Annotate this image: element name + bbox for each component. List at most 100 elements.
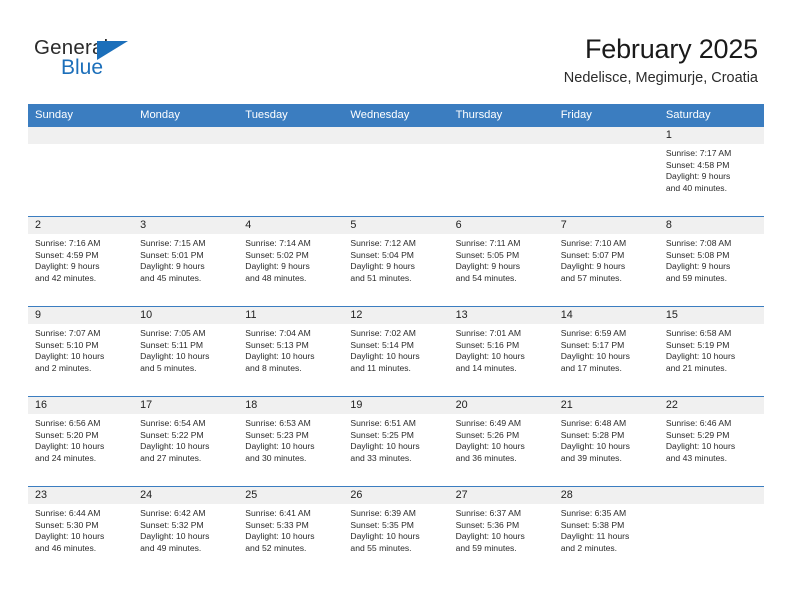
day-number: 9 bbox=[28, 307, 134, 324]
daylight-text-cont: and 59 minutes. bbox=[455, 542, 517, 553]
day-number: 27 bbox=[448, 487, 554, 504]
daylight-text-cont: and 42 minutes. bbox=[35, 272, 97, 283]
weekday-header-saturday: Saturday bbox=[658, 104, 764, 127]
day-details: Sunrise: 6:41 AM Sunset: 5:33 PM Daylight:… bbox=[238, 504, 343, 576]
sunset-text: Sunset: 5:23 PM bbox=[245, 429, 309, 440]
day-number: 7 bbox=[553, 217, 659, 234]
calendar-day-cell[interactable]: 20 Sunrise: 6:49 AM Sunset: 5:26 PM Dayligh… bbox=[448, 396, 554, 487]
sunset-text: Sunset: 5:28 PM bbox=[560, 429, 625, 440]
calendar-day-cell[interactable]: 5 Sunrise: 7:12 AM Sunset: 5:04 PM Daylight… bbox=[343, 216, 449, 307]
calendar-day-cell[interactable]: 9 Sunrise: 7:07 AM Sunset: 5:10 PM Daylight… bbox=[28, 306, 134, 397]
calendar-day-cell[interactable]: 6 Sunrise: 7:11 AM Sunset: 5:05 PM Daylight… bbox=[448, 216, 554, 307]
daylight-text-cont: and 17 minutes. bbox=[560, 362, 622, 373]
calendar-day-cell[interactable]: 1 Sunrise: 7:17 AM Sunset: 4:58 PM Daylight… bbox=[658, 126, 764, 217]
sunrise-text: Sunrise: 6:53 AM bbox=[245, 418, 311, 428]
day-number: 11 bbox=[238, 307, 344, 324]
sunrise-text: Sunrise: 7:01 AM bbox=[455, 328, 522, 338]
sunrise-text: Sunrise: 7:10 AM bbox=[560, 238, 627, 248]
daylight-text-cont: and 59 minutes. bbox=[665, 272, 727, 283]
calendar-day-cell[interactable]: 16 Sunrise: 6:56 AM Sunset: 5:20 PM Dayligh… bbox=[28, 396, 134, 487]
sunrise-text: Sunrise: 7:14 AM bbox=[245, 238, 311, 248]
day-number: 19 bbox=[343, 397, 449, 414]
calendar-day-cell[interactable]: 28 Sunrise: 6:35 AM Sunset: 5:38 PM Dayligh… bbox=[553, 486, 659, 577]
page-title: February 2025 bbox=[584, 34, 758, 64]
calendar-day-cell[interactable]: 21 Sunrise: 6:48 AM Sunset: 5:28 PM Dayligh… bbox=[553, 396, 659, 487]
calendar-day-cell[interactable]: 13 Sunrise: 7:01 AM Sunset: 5:16 PM Dayligh… bbox=[448, 306, 554, 397]
day-details bbox=[238, 144, 343, 216]
sunrise-text: Sunrise: 7:17 AM bbox=[665, 148, 732, 158]
day-details: Sunrise: 6:54 AM Sunset: 5:22 PM Daylight:… bbox=[133, 414, 238, 486]
calendar-day-cell[interactable]: 19 Sunrise: 6:51 AM Sunset: 5:25 PM Dayligh… bbox=[343, 396, 449, 487]
day-details: Sunrise: 6:59 AM Sunset: 5:17 PM Daylight:… bbox=[554, 324, 659, 396]
day-details bbox=[28, 144, 133, 216]
calendar-day-cell[interactable]: 15 Sunrise: 6:58 AM Sunset: 5:19 PM Dayligh… bbox=[658, 306, 764, 397]
daylight-text-cont: and 49 minutes. bbox=[140, 542, 202, 553]
sunrise-text: Sunrise: 6:51 AM bbox=[350, 418, 416, 428]
day-details: Sunrise: 7:04 AM Sunset: 5:13 PM Daylight:… bbox=[238, 324, 343, 396]
daylight-text: Daylight: 10 hours bbox=[35, 531, 105, 542]
day-details: Sunrise: 6:44 AM Sunset: 5:30 PM Daylight:… bbox=[28, 504, 133, 576]
day-number bbox=[448, 127, 554, 144]
calendar-day-cell[interactable]: 10 Sunrise: 7:05 AM Sunset: 5:11 PM Dayligh… bbox=[133, 306, 239, 397]
calendar-day-cell[interactable]: 2 Sunrise: 7:16 AM Sunset: 4:59 PM Daylight… bbox=[28, 216, 134, 307]
sunrise-text: Sunrise: 6:59 AM bbox=[560, 328, 627, 338]
calendar-day-cell[interactable]: 12 Sunrise: 7:02 AM Sunset: 5:14 PM Dayligh… bbox=[343, 306, 449, 397]
calendar-week-row: 16 Sunrise: 6:56 AM Sunset: 5:20 PM Dayligh… bbox=[28, 396, 764, 487]
calendar-day-cell[interactable]: 14 Sunrise: 6:59 AM Sunset: 5:17 PM Dayligh… bbox=[553, 306, 659, 397]
calendar-week-row: 23 Sunrise: 6:44 AM Sunset: 5:30 PM Dayligh… bbox=[28, 486, 764, 577]
daylight-text-cont: and 36 minutes. bbox=[455, 452, 517, 463]
daylight-text: Daylight: 9 hours bbox=[350, 261, 415, 272]
day-number: 3 bbox=[133, 217, 239, 234]
calendar-day-cell[interactable]: 3 Sunrise: 7:15 AM Sunset: 5:01 PM Daylight… bbox=[133, 216, 239, 307]
calendar-day-cell[interactable]: 22 Sunrise: 6:46 AM Sunset: 5:29 PM Dayligh… bbox=[658, 396, 764, 487]
sunrise-text: Sunrise: 7:16 AM bbox=[35, 238, 101, 248]
daylight-text: Daylight: 9 hours bbox=[245, 261, 310, 272]
calendar-day-cell[interactable]: 7 Sunrise: 7:10 AM Sunset: 5:07 PM Daylight… bbox=[553, 216, 659, 307]
page-subtitle: Nedelisce, Megimurje, Croatia bbox=[563, 70, 758, 87]
day-details: Sunrise: 6:51 AM Sunset: 5:25 PM Daylight:… bbox=[343, 414, 448, 486]
daylight-text: Daylight: 11 hours bbox=[560, 531, 630, 542]
sunset-text: Sunset: 5:07 PM bbox=[560, 249, 625, 260]
weekday-header-friday: Friday bbox=[553, 104, 659, 127]
day-number bbox=[133, 127, 239, 144]
calendar-day-cell[interactable]: 24 Sunrise: 6:42 AM Sunset: 5:32 PM Dayligh… bbox=[133, 486, 239, 577]
day-number: 28 bbox=[553, 487, 659, 504]
calendar-day-cell[interactable]: 27 Sunrise: 6:37 AM Sunset: 5:36 PM Dayligh… bbox=[448, 486, 554, 577]
sunrise-text: Sunrise: 6:54 AM bbox=[140, 418, 206, 428]
calendar-day-cell[interactable]: 18 Sunrise: 6:53 AM Sunset: 5:23 PM Dayligh… bbox=[238, 396, 344, 487]
daylight-text-cont: and 43 minutes. bbox=[665, 452, 727, 463]
page-header: General Blue February 2025 Nedelisce, Me… bbox=[0, 0, 792, 100]
calendar-body: 1 Sunrise: 7:17 AM Sunset: 4:58 PM Daylight… bbox=[28, 126, 764, 577]
day-details: Sunrise: 6:35 AM Sunset: 5:38 PM Daylight:… bbox=[554, 504, 659, 576]
calendar-day-cell[interactable]: 25 Sunrise: 6:41 AM Sunset: 5:33 PM Dayligh… bbox=[238, 486, 344, 577]
daylight-text: Daylight: 10 hours bbox=[245, 351, 315, 362]
calendar-day-cell[interactable]: 4 Sunrise: 7:14 AM Sunset: 5:02 PM Daylight… bbox=[238, 216, 344, 307]
calendar-week-row: 2 Sunrise: 7:16 AM Sunset: 4:59 PM Daylight… bbox=[28, 216, 764, 307]
sunset-text: Sunset: 5:10 PM bbox=[35, 339, 99, 350]
calendar-day-cell[interactable]: 26 Sunrise: 6:39 AM Sunset: 5:35 PM Dayligh… bbox=[343, 486, 449, 577]
sunset-text: Sunset: 4:59 PM bbox=[35, 249, 99, 260]
day-number: 24 bbox=[133, 487, 239, 504]
daylight-text: Daylight: 10 hours bbox=[140, 531, 210, 542]
day-number: 22 bbox=[658, 397, 764, 414]
calendar-day-cell[interactable]: 17 Sunrise: 6:54 AM Sunset: 5:22 PM Dayligh… bbox=[133, 396, 239, 487]
day-details: Sunrise: 6:58 AM Sunset: 5:19 PM Daylight:… bbox=[659, 324, 764, 396]
day-number: 15 bbox=[658, 307, 764, 324]
day-number: 12 bbox=[343, 307, 449, 324]
daylight-text-cont: and 54 minutes. bbox=[455, 272, 517, 283]
general-blue-logo[interactable]: General Blue bbox=[34, 37, 214, 90]
calendar-day-cell[interactable]: 11 Sunrise: 7:04 AM Sunset: 5:13 PM Dayligh… bbox=[238, 306, 344, 397]
day-details: Sunrise: 7:11 AM Sunset: 5:05 PM Daylight:… bbox=[449, 234, 554, 306]
sunrise-text: Sunrise: 7:04 AM bbox=[245, 328, 311, 338]
daylight-text-cont: and 5 minutes. bbox=[140, 362, 197, 373]
day-details: Sunrise: 7:10 AM Sunset: 5:07 PM Daylight:… bbox=[554, 234, 659, 306]
calendar-day-cell[interactable]: 23 Sunrise: 6:44 AM Sunset: 5:30 PM Dayligh… bbox=[28, 486, 134, 577]
sunrise-text: Sunrise: 7:08 AM bbox=[665, 238, 732, 248]
daylight-text-cont: and 55 minutes. bbox=[350, 542, 412, 553]
calendar-day-cell[interactable]: 8 Sunrise: 7:08 AM Sunset: 5:08 PM Daylight… bbox=[658, 216, 764, 307]
day-details: Sunrise: 7:01 AM Sunset: 5:16 PM Daylight:… bbox=[449, 324, 554, 396]
day-details: Sunrise: 7:14 AM Sunset: 5:02 PM Daylight:… bbox=[238, 234, 343, 306]
daylight-text-cont: and 2 minutes. bbox=[35, 362, 92, 373]
calendar-empty-cell bbox=[343, 126, 449, 217]
calendar-week-row: 1 Sunrise: 7:17 AM Sunset: 4:58 PM Daylight… bbox=[28, 126, 764, 217]
